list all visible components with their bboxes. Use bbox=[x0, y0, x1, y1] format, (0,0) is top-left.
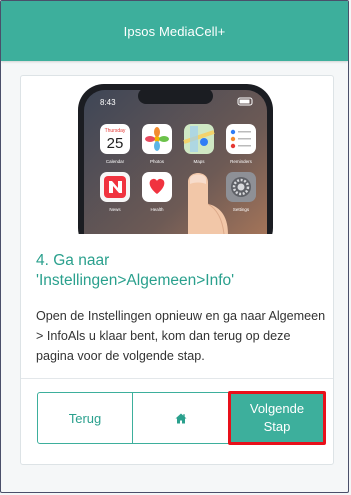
next-step-button[interactable]: Volgende Stap bbox=[228, 391, 326, 445]
step-card: 8:43 Thursday 25 Calendar Photos Maps Re… bbox=[20, 75, 334, 465]
app-frame: Ipsos MediaCell+ 8:43 Thursday 25 Calend… bbox=[0, 0, 349, 493]
home-icon bbox=[175, 413, 187, 424]
step-instructions: Open de Instellingen opnieuw en ga naar … bbox=[36, 309, 326, 363]
home-button[interactable] bbox=[133, 392, 229, 444]
svg-text:Calendar: Calendar bbox=[106, 159, 125, 164]
back-button[interactable]: Terug bbox=[37, 392, 133, 444]
next-step-label-line2: Stap bbox=[263, 419, 291, 434]
step-title-line2: 'Instellingen>Algemeen>Info' bbox=[36, 272, 235, 289]
status-time: 8:43 bbox=[100, 98, 116, 107]
svg-text:News: News bbox=[109, 207, 121, 212]
svg-text:Health: Health bbox=[150, 207, 164, 212]
svg-text:Reminders: Reminders bbox=[230, 159, 253, 164]
svg-text:Maps: Maps bbox=[193, 159, 205, 164]
phone-illustration: 8:43 Thursday 25 Calendar Photos Maps Re… bbox=[78, 84, 273, 234]
app-header: Ipsos MediaCell+ bbox=[1, 1, 348, 61]
navigation-buttons: Terug Volgende Stap bbox=[37, 391, 326, 445]
next-step-label-line1: Volgende bbox=[249, 401, 305, 416]
svg-text:Settings: Settings bbox=[233, 207, 250, 212]
step-title: 4. Ga naar 'Instellingen>Algemeen>Info' bbox=[36, 251, 326, 291]
app-title: Ipsos MediaCell+ bbox=[123, 23, 226, 39]
svg-text:Thursday: Thursday bbox=[105, 128, 126, 134]
svg-text:25: 25 bbox=[107, 135, 124, 152]
card-divider bbox=[21, 378, 333, 379]
svg-text:Photos: Photos bbox=[150, 159, 165, 164]
step-title-line1: 4. Ga naar bbox=[36, 252, 110, 269]
